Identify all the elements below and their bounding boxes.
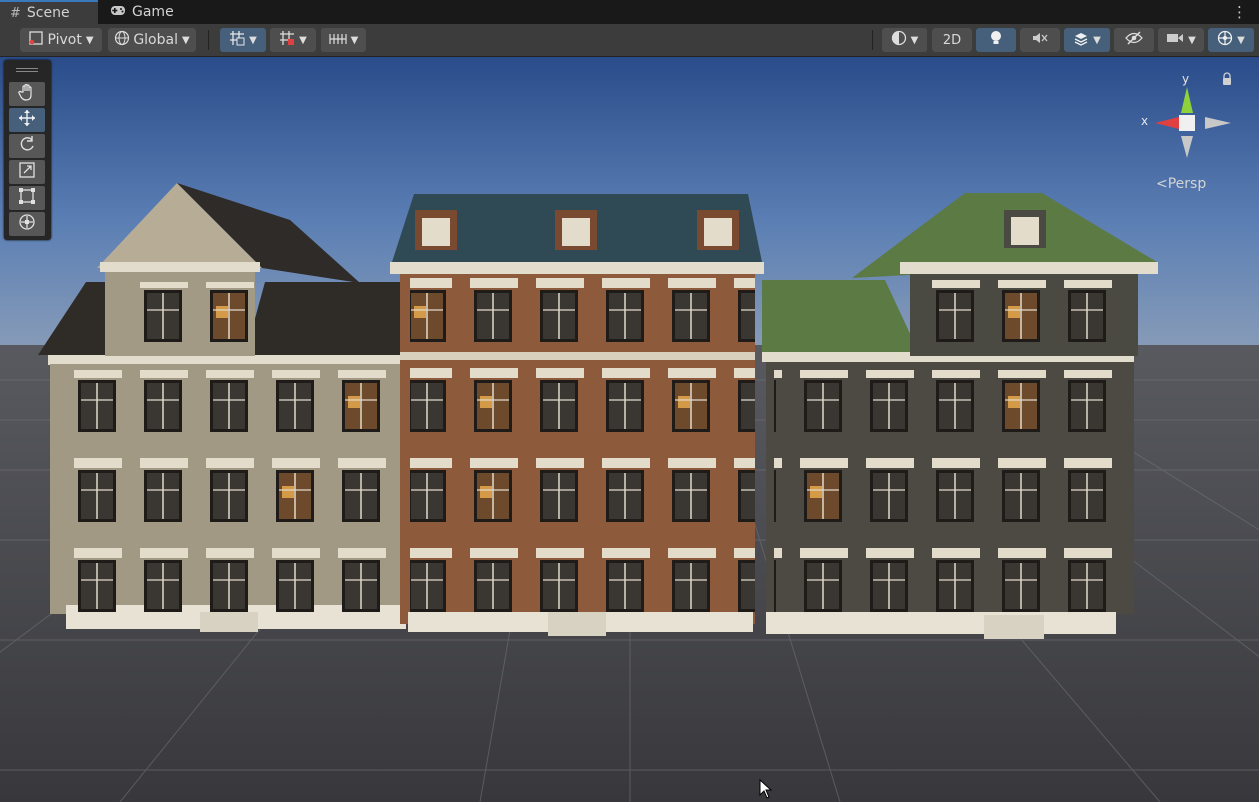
chevron-down-icon[interactable]: ▼ [1237,35,1245,46]
lighting-toggle[interactable] [976,28,1016,52]
tab-game-label: Game [132,4,174,20]
pivot-dropdown[interactable]: Pivot ▼ [20,28,102,52]
ruler-icon [329,31,347,49]
projection-toggle[interactable]: <Persp [1156,176,1206,192]
rotate-tool-button[interactable] [9,134,45,158]
global-label: Global [133,32,178,48]
hand-icon [18,83,36,105]
effects-dropdown[interactable]: ▼ [1064,28,1110,52]
transform-tool-button[interactable] [9,212,45,236]
rect-transform-icon [18,187,36,209]
scale-tool-button[interactable] [9,160,45,184]
rect-tool-button[interactable] [9,186,45,210]
hash-icon: # [10,5,21,21]
move-tool-button[interactable] [9,108,45,132]
shading-sphere-icon [891,30,907,50]
scale-icon [18,161,36,183]
globe-icon [114,30,130,50]
hand-tool-button[interactable] [9,82,45,106]
building-middle [390,194,764,636]
pivot-label: Pivot [47,32,82,48]
toolbar-divider [872,30,873,50]
lightbulb-icon [989,30,1003,50]
chevron-down-icon[interactable]: ▼ [249,35,257,46]
axis-gizmo-icon [1155,72,1231,158]
2d-toggle[interactable]: 2D [932,28,972,52]
toolbar-divider [208,30,209,50]
move-arrows-icon [18,109,36,131]
more-options-icon[interactable]: ⋮ [1232,3,1247,21]
tab-game[interactable]: Game [100,0,180,24]
ruler-button[interactable]: ▼ [321,28,366,52]
tab-scene-label: Scene [26,5,70,21]
grid-snapping-button[interactable]: ▼ [220,28,266,52]
layers-effects-icon [1073,30,1089,50]
audio-toggle[interactable] [1020,28,1060,52]
mouse-cursor-icon [759,779,773,799]
eye-slash-icon [1125,31,1143,49]
drag-handle[interactable] [16,68,38,72]
camera-dropdown[interactable]: ▼ [1158,28,1204,52]
gizmo-globe-icon [1217,30,1233,50]
scene-toolbar: Pivot ▼ Global ▼ ▼ ▼ ▼ ▼ 2D ▼ ▼ ▼ [0,24,1259,57]
audio-muted-icon [1032,31,1048,49]
camera-icon [1166,32,1184,48]
transform-combined-icon [18,213,36,235]
global-dropdown[interactable]: Global ▼ [108,28,196,52]
perspective-icon: < [1156,176,1168,192]
gamepad-icon [110,5,126,20]
chevron-down-icon: ▼ [910,34,919,46]
lock-icon [1223,78,1231,85]
chevron-down-icon: ▼ [85,34,94,46]
gizmo-y-label: y [1182,72,1190,86]
incremental-snap-button[interactable]: ▼ [270,28,316,52]
gizmo-x-label: x [1141,114,1149,128]
pivot-icon [28,30,44,50]
draw-mode-dropdown[interactable]: ▼ [882,28,927,52]
projection-label: Persp [1167,176,1207,192]
tab-bar: # Scene Game ⋮ [0,0,1259,24]
orientation-gizmo[interactable]: y x [1135,68,1245,168]
chevron-down-icon[interactable]: ▼ [1188,35,1196,46]
gizmos-dropdown[interactable]: ▼ [1208,28,1254,52]
scene-viewport[interactable] [0,57,1259,802]
hidden-objects-toggle[interactable] [1114,28,1154,52]
tab-scene[interactable]: # Scene [0,0,98,24]
scene-render [0,57,1259,802]
transform-tools-panel [4,60,51,240]
grid-snap-icon [229,30,245,50]
chevron-down-icon: ▼ [350,34,359,46]
chevron-down-icon[interactable]: ▼ [1093,35,1101,46]
magnet-grid-icon [279,30,295,50]
rotate-icon [18,135,36,157]
chevron-down-icon: ▼ [181,34,190,46]
chevron-down-icon[interactable]: ▼ [299,35,307,46]
